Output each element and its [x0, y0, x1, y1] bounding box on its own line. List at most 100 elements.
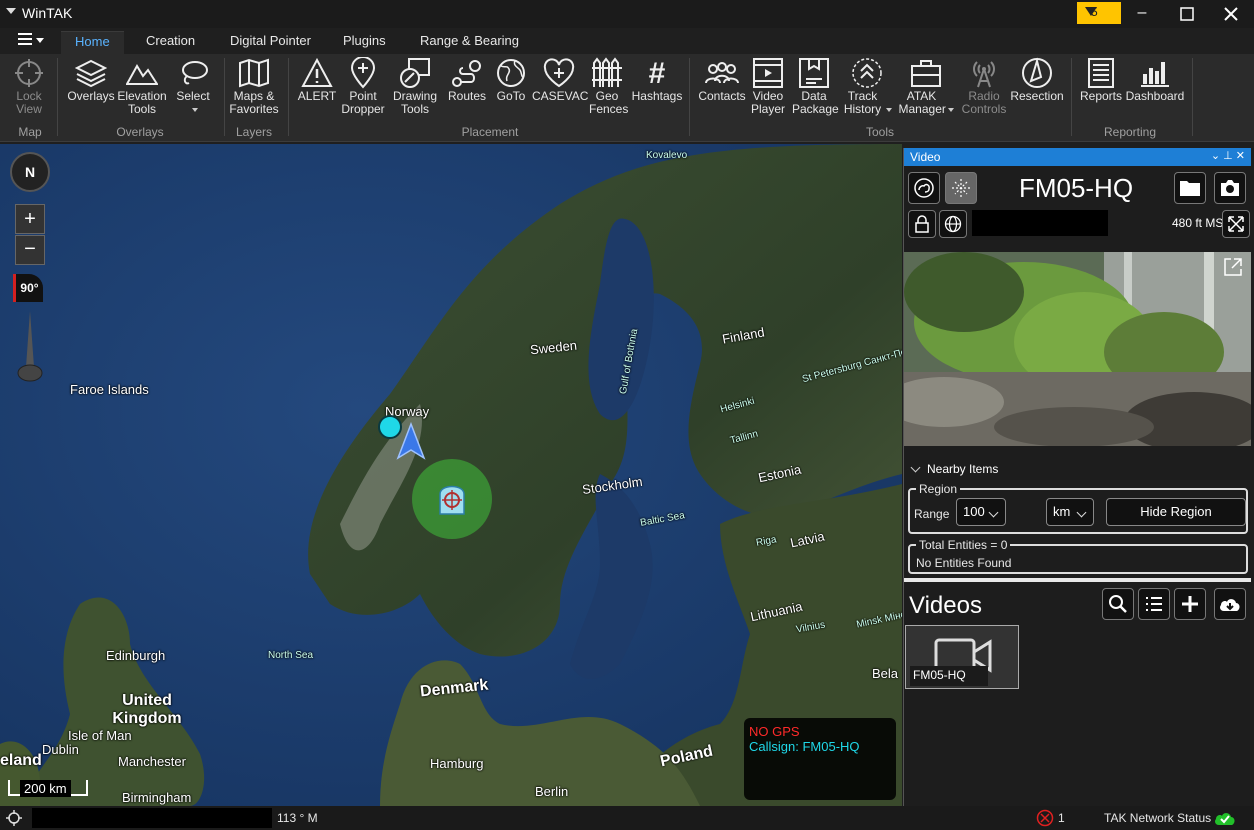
notification-badge[interactable]: 5	[1077, 2, 1121, 24]
dashboard-button[interactable]: Dashboard	[1124, 56, 1186, 103]
nearby-items-toggle[interactable]: Nearby Items	[908, 462, 998, 476]
tab-creation[interactable]: Creation	[132, 31, 209, 54]
pop-out-icon[interactable]	[1222, 256, 1244, 278]
hashtags-button[interactable]: # Hashtags	[630, 56, 684, 103]
video-source-button[interactable]	[908, 172, 940, 204]
status-bar: 113 ° M 1 TAK Network Status	[0, 806, 1254, 830]
minimize-button[interactable]: –	[1127, 2, 1157, 26]
tab-home[interactable]: Home	[61, 31, 124, 54]
region-label: Region	[916, 482, 961, 496]
add-video-button[interactable]	[1174, 588, 1206, 620]
panel-title: Video	[910, 150, 941, 164]
geo-fences-button[interactable]: Geo Fences	[586, 56, 628, 116]
total-entities-label: Total Entities = 0	[916, 538, 1011, 552]
overlays-button[interactable]: Overlays	[66, 56, 116, 103]
contacts-label: Contacts	[698, 89, 746, 103]
alert-label: ALERT	[297, 89, 337, 103]
search-videos-button[interactable]	[1102, 588, 1134, 620]
hide-region-button[interactable]: Hide Region	[1106, 498, 1246, 526]
bearing-readout: 113 ° M	[277, 811, 318, 825]
atak-manager-button[interactable]: ATAK Manager	[896, 56, 956, 116]
resection-compass-icon	[1022, 57, 1052, 88]
contacts-button[interactable]: Contacts	[696, 56, 748, 103]
hamburger-menu-icon[interactable]	[18, 33, 46, 51]
cloud-connected-icon[interactable]	[1214, 810, 1236, 826]
geo-fences-label: Geo Fences	[589, 89, 629, 116]
ribbon-tabs: Home Creation Digital Pointer Plugins Ra…	[0, 28, 1254, 54]
routes-button[interactable]: Routes	[445, 56, 489, 103]
tab-range-bearing[interactable]: Range & Bearing	[406, 31, 533, 54]
track-history-button[interactable]: Track History	[840, 56, 894, 116]
videos-title: Videos	[909, 592, 982, 619]
zoom-out-button[interactable]: −	[15, 235, 45, 265]
goto-button[interactable]: GoTo	[490, 56, 532, 103]
region-group: Region Range 100 km Hide Region	[908, 482, 1248, 534]
routes-label: Routes	[447, 89, 487, 103]
resection-label: Resection	[1010, 89, 1064, 103]
resection-button[interactable]: Resection	[1010, 56, 1064, 103]
video-player-icon	[753, 58, 783, 88]
maps-favorites-button[interactable]: Maps & Favorites	[228, 56, 280, 116]
label-isle-of-man: Isle of Man	[68, 728, 132, 743]
app-menu-caret-icon[interactable]	[6, 8, 16, 14]
people-group-icon	[705, 62, 739, 84]
signal-button[interactable]	[945, 172, 977, 204]
open-folder-button[interactable]	[1174, 172, 1206, 204]
fullscreen-button[interactable]	[1222, 210, 1250, 238]
elevation-tools-button[interactable]: Elevation Tools	[116, 56, 168, 116]
self-location-arrow-icon[interactable]	[396, 422, 426, 460]
alert-button[interactable]: ALERT	[296, 56, 338, 103]
drawing-tools-button[interactable]: Drawing Tools	[390, 56, 440, 116]
cloud-ring-icon	[914, 178, 934, 198]
map-pin-plus-icon	[350, 57, 376, 89]
lock-view-button[interactable]: Lock View	[8, 56, 50, 116]
globe-icon	[497, 59, 525, 87]
video-frame-image	[904, 252, 1251, 446]
select-label: Select	[176, 89, 210, 103]
range-label: Range	[914, 507, 950, 521]
drawing-shapes-icon	[400, 58, 430, 88]
casevac-button[interactable]: CASEVAC	[532, 56, 588, 103]
point-dropper-label: Point Dropper	[341, 89, 385, 116]
unit-select[interactable]: km	[1046, 498, 1094, 526]
globe-button[interactable]	[939, 210, 967, 238]
video-feed[interactable]	[904, 252, 1251, 446]
compass-button[interactable]: N	[10, 152, 50, 192]
map-view[interactable]: Faroe Islands Norway Sweden Finland St P…	[0, 144, 902, 806]
select-button[interactable]: Select	[170, 56, 216, 116]
tilt-indicator[interactable]: 90°	[13, 274, 43, 302]
radio-controls-button[interactable]: Radio Controls	[958, 56, 1010, 116]
error-icon[interactable]	[1036, 809, 1054, 827]
chevron-down-icon	[910, 462, 921, 473]
list-icon	[1146, 597, 1162, 611]
maximize-button[interactable]	[1172, 2, 1202, 26]
close-button[interactable]	[1216, 2, 1246, 26]
label-dublin: Dublin	[42, 742, 79, 757]
altitude-label: 480 ft MSL	[1171, 216, 1230, 230]
mountain-icon	[126, 64, 158, 85]
lock-button[interactable]	[908, 210, 936, 238]
tab-digital-pointer[interactable]: Digital Pointer	[216, 31, 325, 54]
tilt-slider-icon[interactable]	[16, 309, 44, 383]
zoom-in-button[interactable]: +	[15, 204, 45, 234]
dashboard-label: Dashboard	[1125, 89, 1185, 103]
coordinates-display	[32, 808, 272, 828]
panel-window-controls[interactable]: ⌄ ⊥ ✕	[1211, 149, 1245, 162]
fence-icon	[592, 57, 622, 87]
snapshot-button[interactable]	[1214, 172, 1246, 204]
group-reporting-label: Reporting	[1103, 125, 1157, 139]
point-dropper-button[interactable]: Point Dropper	[338, 56, 388, 116]
data-package-button[interactable]: Data Package	[791, 56, 839, 116]
tab-plugins[interactable]: Plugins	[329, 31, 400, 54]
cloud-download-button[interactable]	[1214, 588, 1246, 620]
reports-button[interactable]: Reports	[1078, 56, 1124, 103]
folder-icon	[1180, 181, 1200, 196]
range-select[interactable]: 100	[956, 498, 1006, 526]
gps-target-icon[interactable]	[6, 810, 22, 826]
video-sensor-marker-icon[interactable]	[434, 480, 470, 516]
list-view-button[interactable]	[1138, 588, 1170, 620]
video-list-item[interactable]: FM05-HQ	[905, 625, 1019, 689]
panel-header: Video ⌄ ⊥ ✕	[904, 148, 1251, 166]
label-birmingham: Birmingham	[122, 790, 192, 805]
video-player-button[interactable]: Video Player	[748, 56, 788, 116]
